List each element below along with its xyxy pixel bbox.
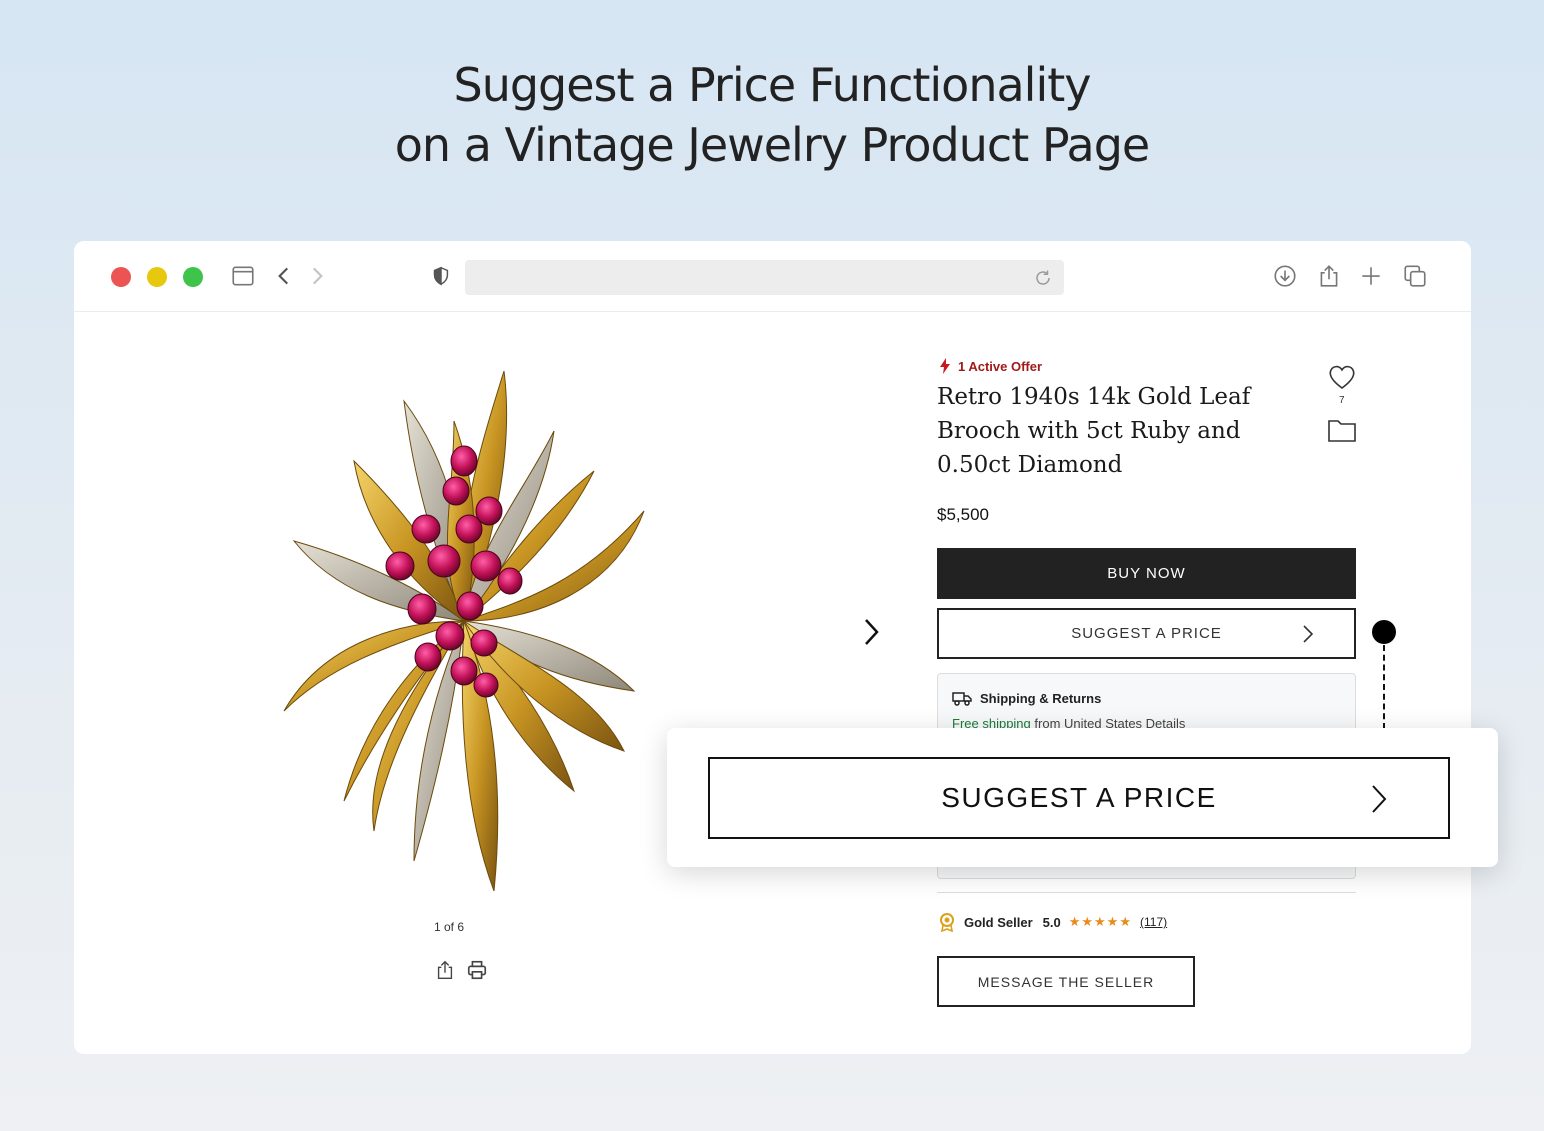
suggest-price-zoomed-label: SUGGEST A PRICE: [941, 782, 1217, 813]
share-icon[interactable]: [1316, 263, 1342, 289]
sidebar-icon[interactable]: [230, 263, 256, 289]
seller-info: Gold Seller 5.0 ★★★★★ (117): [938, 912, 1167, 932]
minimize-window-button[interactable]: [147, 267, 167, 287]
share-icon[interactable]: [434, 959, 456, 981]
headline-line-1: Suggest a Price Functionality: [453, 58, 1092, 112]
product-title: Retro 1940s 14k Gold Leaf Brooch with 5c…: [937, 384, 1251, 478]
reviews-link[interactable]: (117): [1140, 915, 1167, 929]
buy-now-button[interactable]: BUY NOW: [937, 548, 1356, 599]
heart-icon[interactable]: [1327, 362, 1357, 392]
message-seller-button[interactable]: MESSAGE THE SELLER: [937, 956, 1195, 1007]
chevron-right-icon: [1303, 625, 1314, 643]
product-price: $5,500: [937, 505, 989, 524]
new-tab-icon[interactable]: [1358, 263, 1384, 289]
suggest-price-button[interactable]: SUGGEST A PRICE: [937, 608, 1356, 659]
close-window-button[interactable]: [111, 267, 131, 287]
buy-now-label: BUY NOW: [1107, 565, 1186, 582]
image-counter: 1 of 6: [434, 920, 465, 934]
next-image-arrow[interactable]: [860, 616, 882, 648]
lightning-icon: [940, 358, 950, 374]
shipping-title: Shipping & Returns: [952, 690, 1101, 706]
active-offer-label: 1 Active Offer: [958, 358, 1043, 374]
reload-icon[interactable]: [1034, 269, 1052, 287]
back-icon[interactable]: [271, 263, 297, 289]
headline-line-2: on a Vintage Jewelry Product Page: [394, 118, 1150, 172]
browser-window: 1 of 6 1 Active Offer Retro 1940s 14k Go…: [74, 241, 1471, 1054]
tabs-icon[interactable]: [1402, 263, 1428, 289]
callout-panel: SUGGEST A PRICE: [667, 728, 1498, 867]
callout-connector: [1383, 645, 1385, 729]
product-image[interactable]: [264, 361, 664, 901]
seller-badge: Gold Seller: [964, 914, 1033, 930]
suggest-price-button-zoomed[interactable]: SUGGEST A PRICE: [708, 757, 1450, 839]
active-offer-badge: 1 Active Offer: [938, 358, 1042, 374]
forward-icon[interactable]: [304, 263, 330, 289]
headline: Suggest a Price Functionality on a Vinta…: [0, 55, 1544, 175]
message-seller-label: MESSAGE THE SELLER: [977, 973, 1155, 990]
print-icon[interactable]: [466, 959, 488, 981]
browser-toolbar: [74, 241, 1471, 312]
callout-marker: [1372, 620, 1396, 644]
divider: [937, 892, 1356, 893]
suggest-price-label: SUGGEST A PRICE: [1071, 625, 1222, 642]
truck-icon: [952, 692, 972, 706]
zoom-window-button[interactable]: [183, 267, 203, 287]
shipping-title-label: Shipping & Returns: [980, 690, 1102, 706]
chevron-right-icon: [1372, 785, 1387, 813]
address-bar[interactable]: [465, 260, 1064, 295]
seller-rating: 5.0: [1042, 914, 1061, 930]
shield-icon[interactable]: [430, 263, 452, 289]
gold-badge-icon: [940, 913, 954, 932]
image-tools: [434, 959, 494, 983]
rating-stars: ★★★★★: [1068, 914, 1132, 929]
favorites-count: 7: [1339, 395, 1345, 406]
folder-icon[interactable]: [1327, 417, 1357, 443]
download-icon[interactable]: [1272, 263, 1298, 289]
